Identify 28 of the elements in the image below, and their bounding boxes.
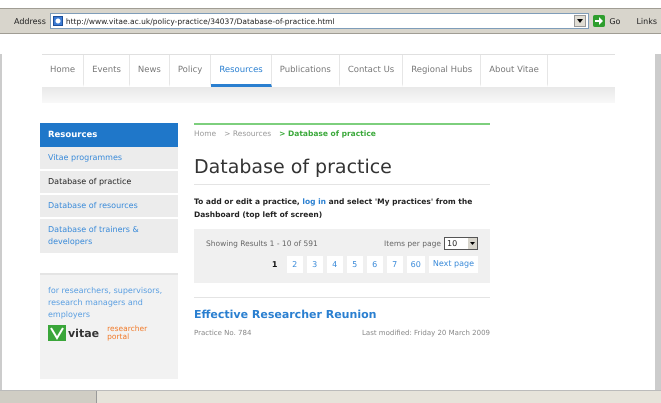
page-link[interactable]: 7 xyxy=(386,256,403,273)
page-title: Database of practice xyxy=(194,156,490,185)
page-link[interactable]: 2 xyxy=(286,256,303,273)
arrow-icon[interactable] xyxy=(593,15,606,27)
promo-text[interactable]: for researchers, supervisors, research managers and employers xyxy=(48,285,170,321)
caret-icon[interactable] xyxy=(468,238,477,249)
page-link[interactable]: 60 xyxy=(406,256,425,273)
entry-title[interactable]: Effective Researcher Reunion xyxy=(194,308,490,321)
links-label[interactable]: Links xyxy=(636,16,657,26)
page-link[interactable]: 1 xyxy=(266,256,283,273)
items-per-page-select[interactable]: 10 xyxy=(444,237,478,250)
page-icon xyxy=(52,16,63,26)
go-label[interactable]: Go xyxy=(609,16,620,26)
page-link[interactable]: 5 xyxy=(346,256,363,273)
sidebar-item[interactable]: Database of resources xyxy=(40,195,178,219)
sidebar-heading: Resources xyxy=(40,123,178,147)
address-label: Address xyxy=(14,16,46,26)
logo-icon xyxy=(48,325,66,341)
page-link[interactable]: 3 xyxy=(306,256,323,273)
page-link[interactable]: 4 xyxy=(326,256,343,273)
page-link[interactable]: 6 xyxy=(366,256,383,273)
dropdown-icon[interactable] xyxy=(574,15,586,27)
next-page-link[interactable]: Next page xyxy=(428,256,478,273)
horizontal-scrollbar[interactable] xyxy=(0,390,661,403)
sidebar-item[interactable]: Database of trainers & developers xyxy=(40,219,178,255)
sidebar-item[interactable]: Vitae programmes xyxy=(40,147,178,171)
sidebar-item[interactable]: Database of practice xyxy=(40,171,178,195)
logo-text: vitae xyxy=(68,326,100,340)
